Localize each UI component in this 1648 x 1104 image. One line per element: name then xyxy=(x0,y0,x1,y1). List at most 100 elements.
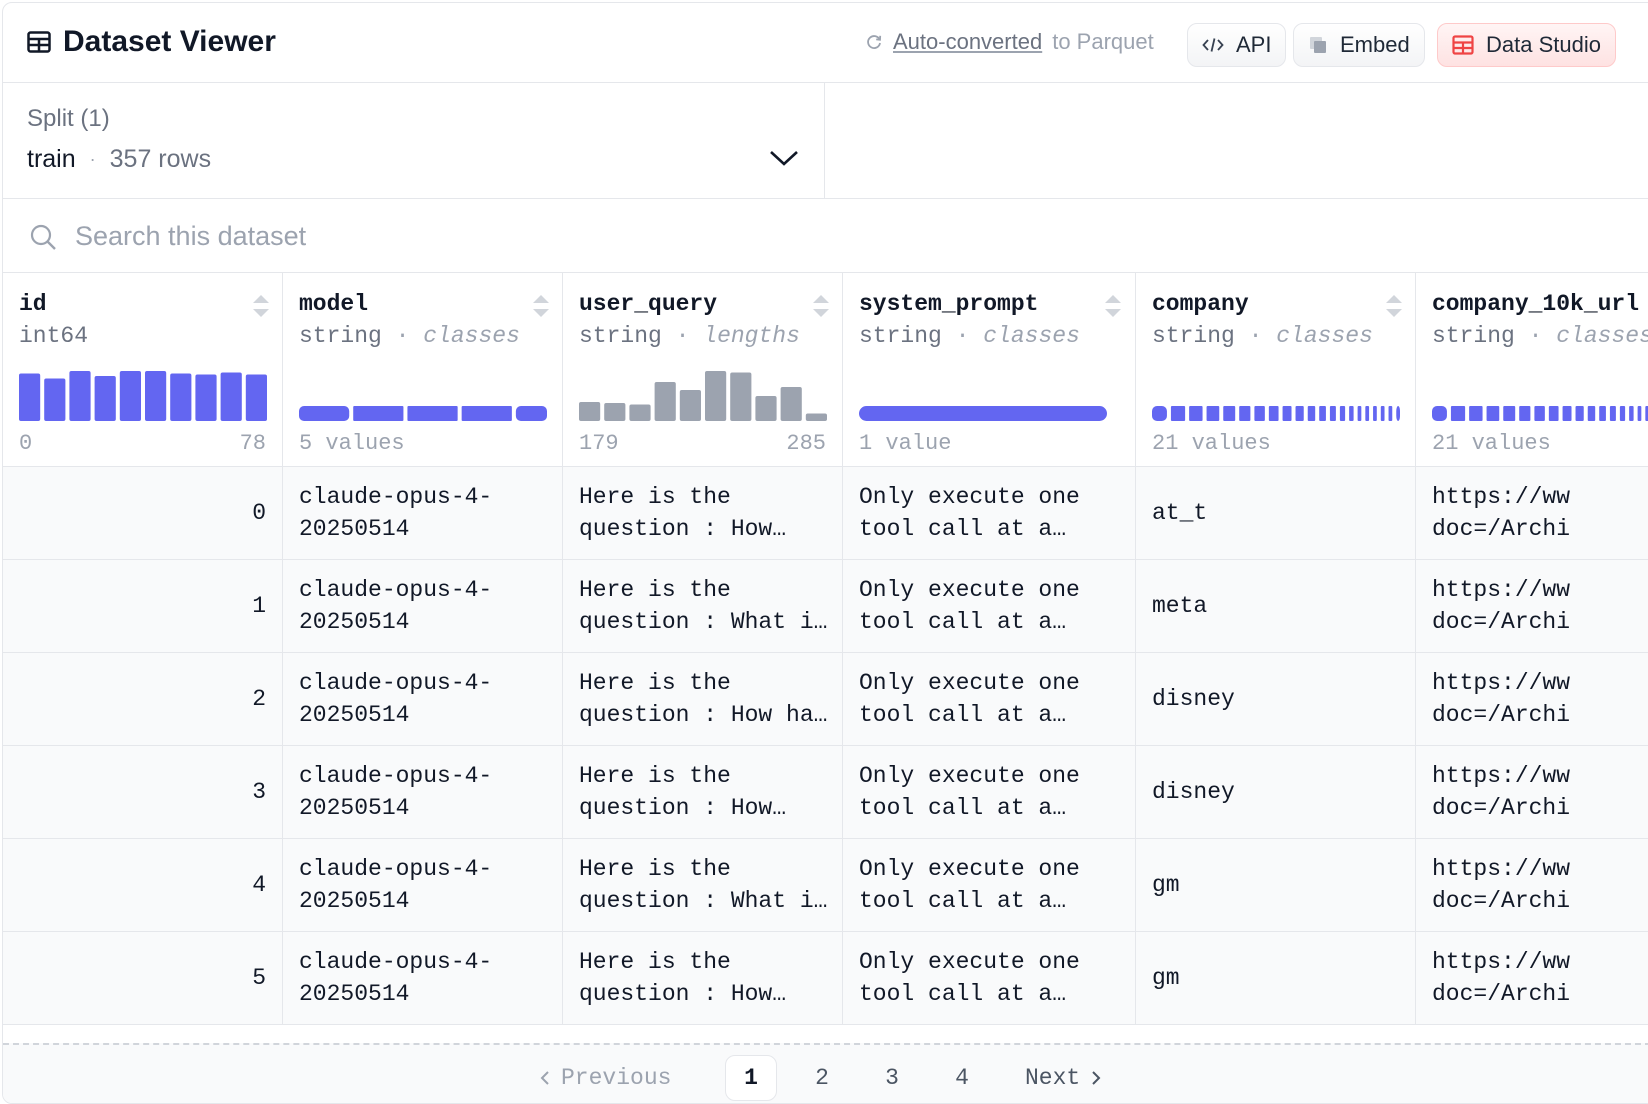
cell-company[interactable]: at_t xyxy=(1136,467,1416,560)
histogram-bar xyxy=(145,371,167,421)
column-header-id[interactable]: id int64 0 78 xyxy=(3,273,283,467)
table-row[interactable]: 4 claude-opus-4- 20250514 Here is the ques… xyxy=(3,839,1648,932)
cell-company[interactable]: gm xyxy=(1136,839,1416,932)
histogram-bar xyxy=(780,387,802,421)
split-selector[interactable]: Split (1) train · 357 rows xyxy=(3,83,825,199)
sort-icon[interactable] xyxy=(1103,293,1123,319)
column-name: model xyxy=(299,291,369,317)
cell-text: Only execute one tool call at a… xyxy=(859,484,1080,542)
sort-icon[interactable] xyxy=(531,293,551,319)
cell-system-prompt[interactable]: Only execute one tool call at a… xyxy=(843,932,1136,1025)
cell-id[interactable]: 0 xyxy=(3,467,283,560)
api-label: API xyxy=(1236,32,1272,57)
class-segment xyxy=(1396,406,1400,421)
class-segment xyxy=(1637,406,1642,421)
table-row[interactable]: 3 claude-opus-4- 20250514 Here is the ques… xyxy=(3,746,1648,839)
cell-company-10k-url[interactable]: https://ww doc=/Archi xyxy=(1416,839,1648,932)
cell-company-10k-url[interactable]: https://ww doc=/Archi xyxy=(1416,653,1648,746)
cell-company-10k-url[interactable]: https://ww doc=/Archi xyxy=(1416,467,1648,560)
api-button[interactable]: API xyxy=(1187,23,1287,67)
cell-company[interactable]: gm xyxy=(1136,932,1416,1025)
cell-model[interactable]: claude-opus-4- 20250514 xyxy=(283,839,563,932)
table-row[interactable]: 2 claude-opus-4- 20250514 Here is the ques… xyxy=(3,653,1648,746)
cell-company-10k-url[interactable]: https://ww doc=/Archi xyxy=(1416,746,1648,839)
cell-text: gm xyxy=(1152,965,1180,991)
column-header-company[interactable]: company string · classes 21 values xyxy=(1136,273,1416,467)
cell-system-prompt[interactable]: Only execute one tool call at a… xyxy=(843,839,1136,932)
cell-user-query[interactable]: Here is the question : What i… xyxy=(563,839,843,932)
cell-user-query[interactable]: Here is the question : How… xyxy=(563,746,843,839)
cell-company[interactable]: disney xyxy=(1136,746,1416,839)
sort-icon[interactable] xyxy=(251,293,271,319)
data-studio-button[interactable]: Data Studio xyxy=(1437,23,1616,67)
column-header-company-10k-url[interactable]: company_10k_url string · classes 21 valu… xyxy=(1416,273,1648,467)
class-segment xyxy=(1534,406,1545,421)
class-bar-system-prompt xyxy=(859,406,1107,421)
page-1-button[interactable]: 1 xyxy=(725,1055,777,1101)
cell-id[interactable]: 3 xyxy=(3,746,283,839)
cell-model[interactable]: claude-opus-4- 20250514 xyxy=(283,467,563,560)
pagination: Previous 1 2 3 4 Next xyxy=(3,1043,1648,1103)
page-3-button[interactable]: 3 xyxy=(875,1055,909,1101)
split-row-count: 357 rows xyxy=(109,145,212,173)
column-header-system-prompt[interactable]: system_prompt string · classes 1 value xyxy=(843,273,1136,467)
cell-id[interactable]: 2 xyxy=(3,653,283,746)
histogram-id xyxy=(19,371,267,421)
embed-button[interactable]: Embed xyxy=(1293,23,1425,67)
chevron-down-icon[interactable] xyxy=(769,149,799,167)
class-segment xyxy=(407,406,458,421)
column-header-model[interactable]: model string · classes 5 values xyxy=(283,273,563,467)
parquet-suffix: to Parquet xyxy=(1052,29,1154,54)
table-row[interactable]: 5 claude-opus-4- 20250514 Here is the ques… xyxy=(3,932,1648,1025)
column-name: company xyxy=(1152,291,1249,317)
histogram-bar xyxy=(44,378,66,421)
search-input[interactable] xyxy=(75,217,975,255)
auto-converted-link[interactable]: Auto-converted xyxy=(893,29,1042,55)
cell-system-prompt[interactable]: Only execute one tool call at a… xyxy=(843,653,1136,746)
next-label: Next xyxy=(1025,1065,1081,1091)
cell-id[interactable]: 4 xyxy=(3,839,283,932)
cell-user-query[interactable]: Here is the question : How ha… xyxy=(563,653,843,746)
class-segment xyxy=(1282,406,1292,421)
column-name: company_10k_url xyxy=(1432,291,1640,317)
class-bar-company xyxy=(1152,406,1400,421)
cell-model[interactable]: claude-opus-4- 20250514 xyxy=(283,746,563,839)
cell-model[interactable]: claude-opus-4- 20250514 xyxy=(283,653,563,746)
table-row[interactable]: 1 claude-opus-4- 20250514 Here is the ques… xyxy=(3,560,1648,653)
table-icon xyxy=(27,31,51,53)
class-segment xyxy=(1307,406,1316,421)
column-type: string · classes xyxy=(299,323,520,349)
cell-user-query[interactable]: Here is the question : How… xyxy=(563,467,843,560)
cell-user-query[interactable]: Here is the question : What i… xyxy=(563,560,843,653)
cell-system-prompt[interactable]: Only execute one tool call at a… xyxy=(843,560,1136,653)
cell-system-prompt[interactable]: Only execute one tool call at a… xyxy=(843,746,1136,839)
column-header-user-query[interactable]: user_query string · lengths 179 285 xyxy=(563,273,843,467)
sort-icon[interactable] xyxy=(811,293,831,319)
class-segment xyxy=(1319,406,1326,421)
cell-system-prompt[interactable]: Only execute one tool call at a… xyxy=(843,467,1136,560)
class-segment xyxy=(1575,406,1584,421)
previous-page-button[interactable]: Previous xyxy=(539,1055,671,1101)
page-4-button[interactable]: 4 xyxy=(945,1055,979,1101)
column-name: user_query xyxy=(579,291,718,317)
cell-company[interactable]: disney xyxy=(1136,653,1416,746)
sort-icon[interactable] xyxy=(1384,293,1404,319)
class-segment xyxy=(1339,406,1346,421)
histogram-bar xyxy=(245,374,267,421)
cell-id[interactable]: 1 xyxy=(3,560,283,653)
page-2-button[interactable]: 2 xyxy=(805,1055,839,1101)
cell-company-10k-url[interactable]: https://ww doc=/Archi xyxy=(1416,932,1648,1025)
cell-text: Here is the question : How… xyxy=(579,949,787,1007)
cell-id[interactable]: 5 xyxy=(3,932,283,1025)
cell-company[interactable]: meta xyxy=(1136,560,1416,653)
next-page-button[interactable]: Next xyxy=(1025,1055,1102,1101)
search-bar xyxy=(3,199,1648,273)
cell-text: Here is the question : What i… xyxy=(579,577,828,635)
cell-text: https://ww doc=/Archi xyxy=(1432,484,1571,542)
cell-model[interactable]: claude-opus-4- 20250514 xyxy=(283,932,563,1025)
table-row[interactable]: 0 claude-opus-4- 20250514 Here is the ques… xyxy=(3,467,1648,560)
cell-user-query[interactable]: Here is the question : How… xyxy=(563,932,843,1025)
class-segment xyxy=(1629,406,1634,421)
cell-company-10k-url[interactable]: https://ww doc=/Archi xyxy=(1416,560,1648,653)
cell-model[interactable]: claude-opus-4- 20250514 xyxy=(283,560,563,653)
